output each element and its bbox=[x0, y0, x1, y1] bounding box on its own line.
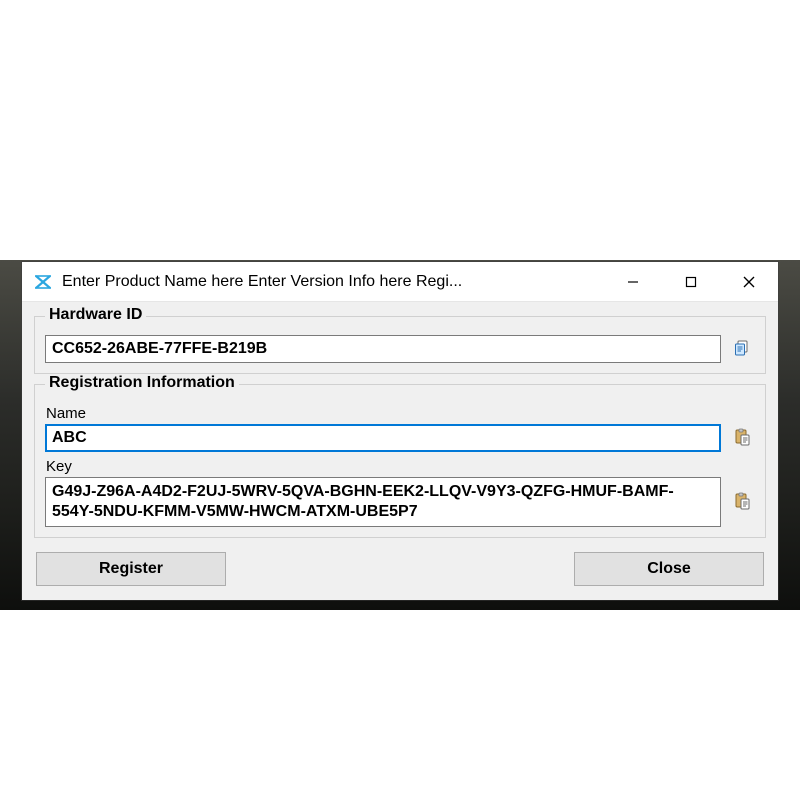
hardware-id-group: Hardware ID bbox=[34, 316, 766, 374]
button-row: Register Close bbox=[34, 548, 766, 588]
paste-name-button[interactable] bbox=[729, 424, 755, 452]
window-close-button[interactable] bbox=[720, 262, 778, 302]
copy-hardware-id-button[interactable] bbox=[729, 335, 755, 363]
registration-info-group: Registration Information Name bbox=[34, 384, 766, 538]
paste-key-button[interactable] bbox=[729, 477, 755, 527]
window-title: Enter Product Name here Enter Version In… bbox=[62, 273, 604, 291]
paste-icon bbox=[732, 427, 752, 450]
dialog-body: Hardware ID bbox=[22, 302, 778, 600]
key-field[interactable] bbox=[45, 477, 721, 527]
copy-icon bbox=[732, 338, 752, 361]
hardware-id-field[interactable] bbox=[45, 335, 721, 363]
registration-dialog: Enter Product Name here Enter Version In… bbox=[22, 262, 778, 600]
titlebar: Enter Product Name here Enter Version In… bbox=[22, 262, 778, 302]
maximize-button[interactable] bbox=[662, 262, 720, 302]
name-field[interactable] bbox=[45, 424, 721, 452]
app-icon bbox=[32, 271, 54, 293]
key-label: Key bbox=[46, 458, 755, 475]
name-label: Name bbox=[46, 405, 755, 422]
hardware-id-legend: Hardware ID bbox=[45, 306, 146, 324]
close-button[interactable]: Close bbox=[574, 552, 764, 586]
minimize-button[interactable] bbox=[604, 262, 662, 302]
registration-info-legend: Registration Information bbox=[45, 374, 239, 392]
register-button[interactable]: Register bbox=[36, 552, 226, 586]
paste-icon bbox=[732, 491, 752, 514]
